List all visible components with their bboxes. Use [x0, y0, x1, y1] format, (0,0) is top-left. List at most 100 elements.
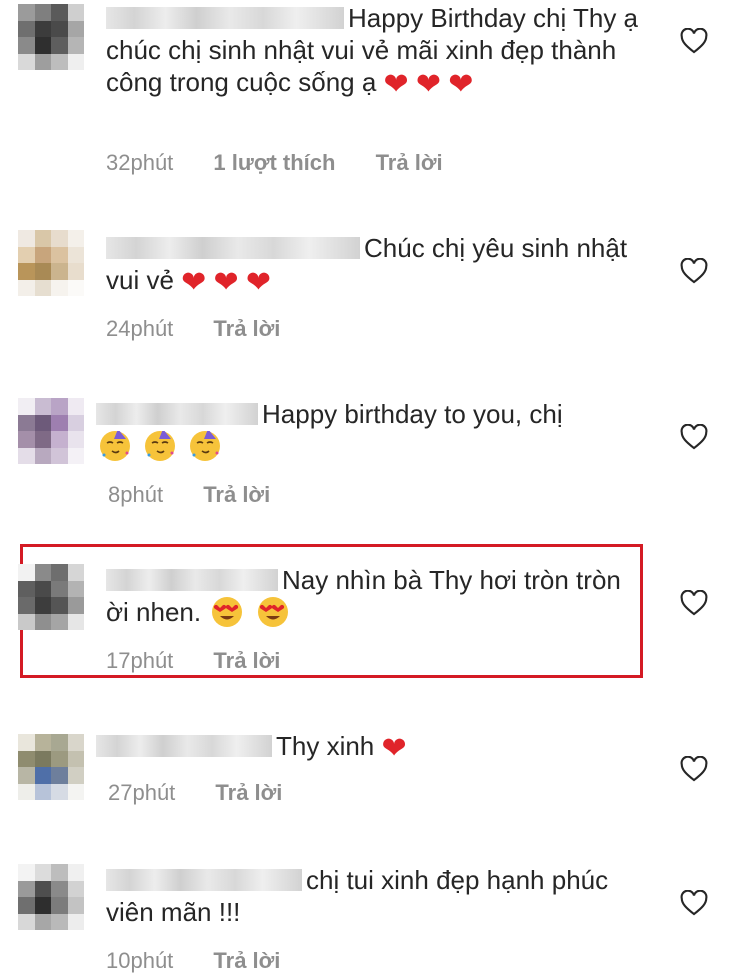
avatar-pixel [18, 431, 35, 448]
avatar-pixel [18, 880, 35, 897]
avatar-pixel [51, 913, 68, 930]
avatar-pixel [51, 431, 68, 448]
party-face-emoji-icon [190, 431, 221, 461]
avatar-pixel [18, 414, 35, 431]
avatar-pixel [67, 864, 84, 881]
avatar-pixel [34, 4, 51, 21]
avatar-pixel [18, 580, 35, 597]
username-blurred[interactable] [96, 735, 272, 757]
avatar-pixel [18, 613, 35, 630]
avatar[interactable] [18, 4, 84, 70]
avatar-pixel [67, 597, 84, 614]
avatar-pixel [51, 580, 68, 597]
avatar-pixel [67, 913, 84, 930]
avatar-pixel [34, 783, 51, 800]
username-blurred[interactable] [106, 237, 360, 259]
timestamp: 10phút [106, 948, 174, 973]
heart-emoji-icon: ❤ [245, 266, 272, 299]
avatar[interactable] [18, 564, 84, 630]
avatar-pixel [34, 880, 51, 897]
avatar-pixel [67, 4, 84, 21]
avatar-pixel [34, 37, 51, 54]
like-heart-icon[interactable] [680, 756, 708, 782]
like-heart-icon[interactable] [680, 590, 708, 616]
like-heart-icon[interactable] [680, 28, 708, 54]
like-heart-icon[interactable] [680, 890, 708, 916]
avatar-pixel [51, 398, 68, 415]
avatar-pixel [67, 613, 84, 630]
avatar-pixel [51, 564, 68, 581]
avatar-pixel [51, 414, 68, 431]
timestamp: 8phút [108, 482, 164, 507]
avatar-pixel [67, 447, 84, 464]
avatar[interactable] [18, 734, 84, 800]
comment-text: Chúc chị yêu sinh nhật vui vẻ ❤ ❤ ❤ [106, 233, 628, 299]
avatar-pixel [34, 230, 51, 247]
avatar-pixel [34, 750, 51, 767]
avatar-pixel [34, 20, 51, 37]
avatar[interactable] [18, 864, 84, 930]
reply-button[interactable]: Trả lời [213, 648, 280, 673]
reply-button[interactable]: Trả lời [213, 948, 280, 973]
avatar-pixel [34, 767, 51, 784]
avatar-pixel [67, 783, 84, 800]
avatar-pixel [34, 246, 51, 263]
avatar-pixel [51, 734, 68, 751]
avatar-pixel [67, 263, 84, 280]
avatar[interactable] [18, 230, 84, 296]
heart-emoji-icon: ❤ [181, 266, 207, 299]
username-blurred[interactable] [106, 569, 278, 591]
heart-emoji-icon: ❤ [415, 68, 442, 101]
avatar-pixel [51, 230, 68, 247]
comment-text: Happy Birthday chị Thy ạ chúc chị sinh n… [106, 3, 638, 101]
timestamp: 17phút [106, 648, 174, 673]
avatar-pixel [18, 230, 35, 247]
avatar-pixel [18, 564, 35, 581]
avatar-pixel [18, 750, 35, 767]
avatar-pixel [18, 246, 35, 263]
reply-button[interactable]: Trả lời [376, 150, 443, 175]
like-heart-icon[interactable] [680, 424, 708, 450]
avatar-pixel [18, 897, 35, 914]
username-blurred[interactable] [106, 869, 302, 891]
avatar-pixel [67, 230, 84, 247]
username-blurred[interactable] [106, 7, 344, 29]
heart-emoji-icon: ❤ [383, 68, 409, 101]
reply-button[interactable]: Trả lời [215, 780, 282, 805]
reply-button[interactable]: Trả lời [203, 482, 270, 507]
comment-meta: 27phút Trả lời [108, 780, 316, 806]
avatar-pixel [51, 53, 68, 70]
avatar-pixel [34, 897, 51, 914]
timestamp: 32phút [106, 150, 174, 175]
comment-text: Happy birthday to you, chị [96, 398, 636, 462]
party-face-emoji-icon [145, 431, 176, 461]
avatar-pixel [34, 279, 51, 296]
username-blurred[interactable] [96, 403, 258, 425]
avatar-pixel [34, 580, 51, 597]
avatar-pixel [67, 37, 84, 54]
avatar-pixel [51, 880, 68, 897]
comment-meta: 10phút Trả lời [106, 948, 314, 974]
avatar-pixel [18, 53, 35, 70]
avatar-pixel [34, 431, 51, 448]
comment-meta: 8phút Trả lời [108, 482, 304, 508]
avatar-pixel [18, 447, 35, 464]
avatar-pixel [51, 767, 68, 784]
reply-button[interactable]: Trả lời [213, 316, 280, 341]
avatar-pixel [18, 37, 35, 54]
avatar-pixel [67, 414, 84, 431]
avatar-pixel [18, 4, 35, 21]
avatar-pixel [51, 597, 68, 614]
like-heart-icon[interactable] [680, 258, 708, 284]
avatar-pixel [51, 447, 68, 464]
avatar-pixel [67, 734, 84, 751]
timestamp: 24phút [106, 316, 174, 341]
likes-count[interactable]: 1 lượt thích [213, 150, 335, 175]
avatar-pixel [67, 767, 84, 784]
avatar-pixel [34, 864, 51, 881]
heart-emoji-icon: ❤ [213, 266, 239, 299]
timestamp: 27phút [108, 780, 176, 805]
avatar-pixel [51, 37, 68, 54]
heart-eyes-emoji-icon [212, 597, 243, 627]
avatar[interactable] [18, 398, 84, 464]
